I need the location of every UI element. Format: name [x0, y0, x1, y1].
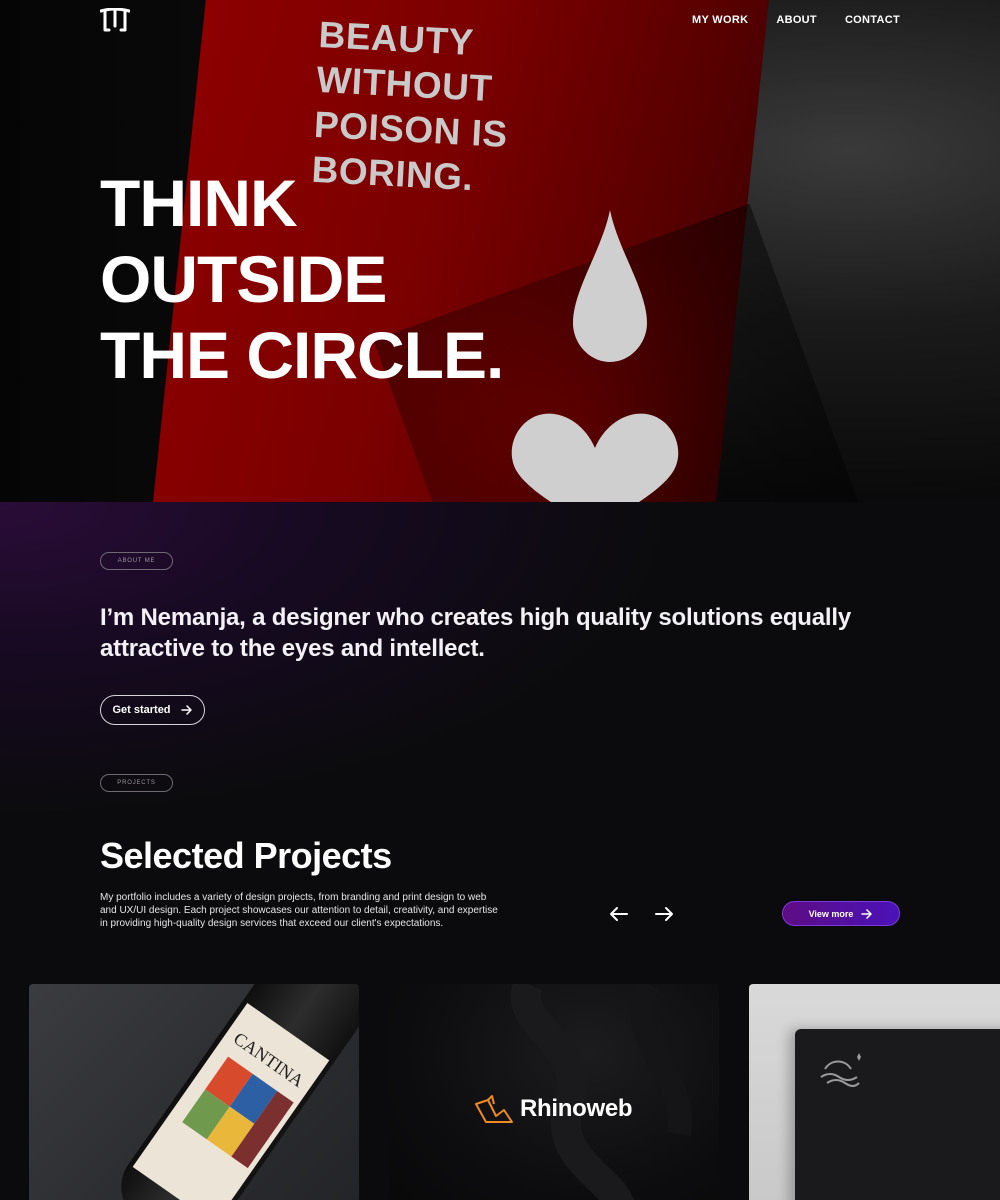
nav-contact[interactable]: CONTACT	[845, 14, 900, 26]
main-nav: MY WORK ABOUT CONTACT	[692, 14, 900, 26]
rhino-logo-icon	[475, 1095, 513, 1123]
about-me-pill: ABOUT ME	[100, 552, 173, 570]
get-started-label: Get started	[112, 704, 171, 716]
heart-icon	[511, 413, 679, 502]
view-more-button[interactable]: View more	[782, 901, 900, 926]
nav-my-work[interactable]: MY WORK	[692, 14, 748, 26]
hero-title-line-2: OUTSIDE	[100, 242, 387, 316]
arrow-right-icon	[180, 705, 192, 715]
arrow-right-icon[interactable]	[654, 906, 674, 922]
project-card-cantina[interactable]: CANTINA	[29, 984, 359, 1200]
project-card-rhinoweb[interactable]: Rhinoweb	[389, 984, 719, 1200]
arrow-right-icon	[861, 908, 873, 919]
wine-bottle-image: CANTINA	[121, 984, 359, 1200]
projects-pill: PROJECTS	[100, 774, 173, 792]
waves-logo-icon	[820, 1053, 861, 1087]
arrow-left-icon[interactable]	[609, 906, 629, 922]
view-more-label: View more	[808, 908, 854, 919]
rhinoweb-logo: Rhinoweb	[474, 1094, 633, 1124]
black-box-image	[795, 1029, 1000, 1200]
rhinoweb-label: Rhinoweb	[520, 1095, 633, 1122]
hero-title-line-1: THINK	[100, 166, 298, 240]
hero-section: BEAUTY WITHOUT POISON IS BORING. MY WORK…	[0, 0, 1000, 502]
projects-description: My portfolio includes a variety of desig…	[100, 892, 498, 929]
projects-title: Selected Projects	[100, 835, 392, 876]
project-card-box[interactable]	[749, 984, 1000, 1200]
content-section: ABOUT ME I’m Nemanja, a designer who cre…	[0, 502, 1000, 1200]
get-started-button[interactable]: Get started	[100, 695, 205, 725]
dark-waves-background	[510, 984, 692, 1200]
intro-text: I’m Nemanja, a designer who creates high…	[100, 604, 851, 662]
logo-icon[interactable]	[100, 8, 130, 34]
hero-title: THINK OUTSIDE THE CIRCLE.	[100, 165, 620, 393]
hero-title-line-3: THE CIRCLE.	[100, 318, 504, 392]
nav-about[interactable]: ABOUT	[776, 14, 817, 26]
